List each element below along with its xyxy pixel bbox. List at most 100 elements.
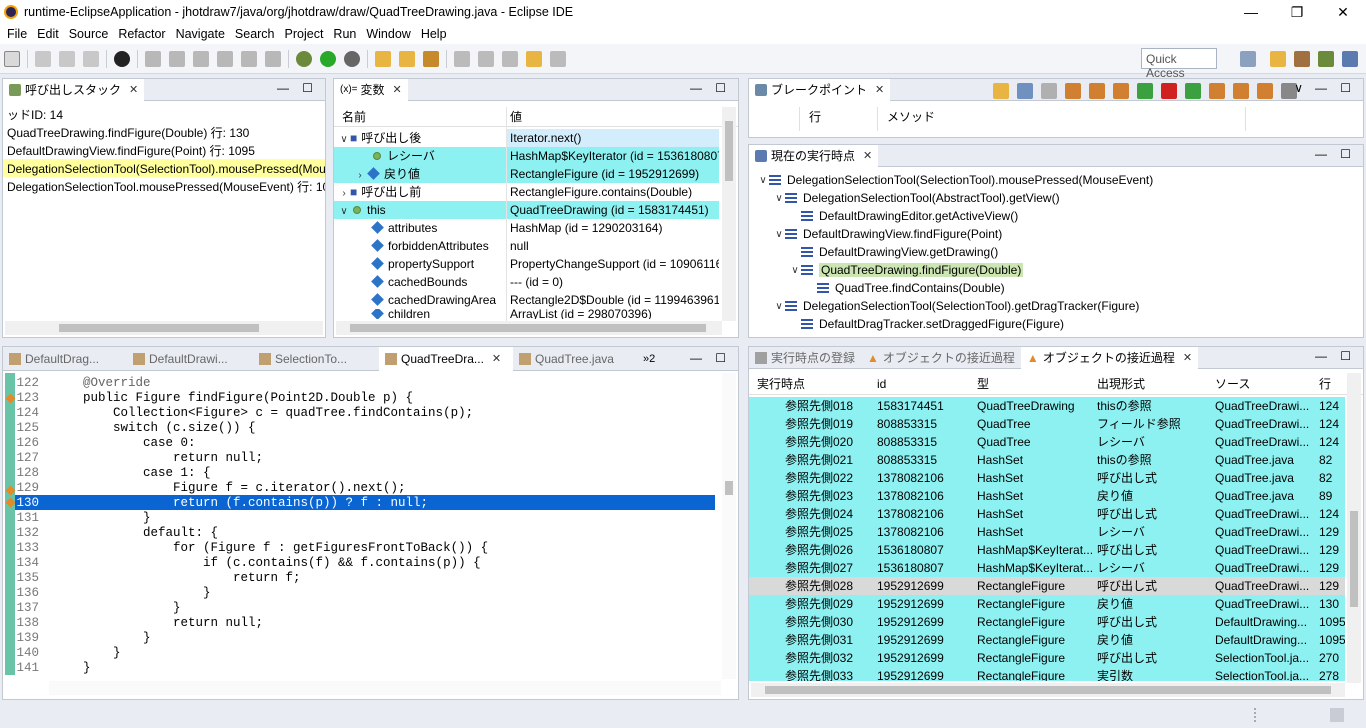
chevron-down-icon[interactable]: ∨	[338, 203, 350, 219]
block-select-icon[interactable]	[241, 50, 257, 67]
word-wrap-icon[interactable]	[217, 50, 233, 67]
close-icon[interactable]: ✕	[129, 83, 138, 96]
maximize-view-icon[interactable]: ☐	[715, 351, 726, 365]
profile-icon[interactable]	[114, 50, 130, 67]
tab-breakpoints[interactable]: ブレークポイント ✕	[749, 78, 891, 101]
table-row[interactable]: 参照先側022 1378082106 HashSet 呼び出し式 QuadTree.ja…	[749, 469, 1345, 487]
maximize-view-icon[interactable]: ☐	[302, 81, 313, 95]
table-row[interactable]: ∨ this QuadTreeDrawing (id = 1583174451)	[334, 201, 738, 219]
column-header-method[interactable]: メソッド	[887, 107, 935, 127]
forward-icon[interactable]	[550, 50, 566, 67]
resume-icon[interactable]	[1185, 83, 1201, 99]
debug-icon[interactable]	[296, 50, 312, 67]
column-header-line[interactable]: 行	[809, 107, 821, 127]
list-item[interactable]: QuadTreeDrawing.findFigure(Double) 行: 13…	[3, 123, 325, 141]
menu-run[interactable]: Run	[333, 27, 356, 41]
list-item[interactable]: ッドID: 14	[3, 105, 325, 123]
table-row[interactable]: 参照先側030 1952912699 RectangleFigure 呼び出し式 Def…	[749, 613, 1345, 631]
code-area[interactable]: 122 @Override 123 public Figure findFigu…	[15, 373, 715, 677]
maximize-view-icon[interactable]: ☐	[715, 81, 726, 95]
close-button[interactable]: ✕	[1320, 0, 1366, 24]
menu-help[interactable]: Help	[421, 27, 447, 41]
column-header[interactable]: id	[877, 373, 886, 394]
column-header[interactable]: ソース	[1215, 373, 1250, 394]
list-item[interactable]: DelegationSelectionTool.mousePressed(Mou…	[3, 177, 325, 195]
more-tabs-button[interactable]: »2	[643, 353, 655, 365]
horizontal-scrollbar[interactable]	[5, 321, 323, 335]
table-row[interactable]: cachedBounds --- (id = 0)	[334, 273, 738, 291]
table-row[interactable]: ∨ ■ 呼び出し後 Iterator.next()	[334, 129, 738, 147]
chevron-down-icon[interactable]: ∨	[773, 229, 785, 240]
java-perspective-icon[interactable]	[1294, 51, 1310, 67]
restore-button[interactable]: ❐	[1274, 0, 1320, 24]
next-annotation-icon[interactable]	[454, 50, 470, 67]
tree-item[interactable]: DefaultDrawingView.getDrawing()	[749, 243, 1363, 261]
close-icon[interactable]: ✕	[393, 83, 402, 96]
menu-file[interactable]: File	[7, 27, 27, 41]
table-row[interactable]: 参照先側026 1536180807 HashMap$KeyIterat... 呼び出…	[749, 541, 1345, 559]
chevron-down-icon[interactable]: ∨	[338, 131, 350, 147]
open-type-icon[interactable]	[375, 50, 391, 67]
minimize-view-icon[interactable]: —	[1315, 349, 1327, 363]
chevron-right-icon[interactable]: ›	[338, 185, 350, 201]
table-row[interactable]: 参照先側018 1583174451 QuadTreeDrawing thisの参照 Q…	[749, 397, 1345, 415]
tree-item[interactable]: ∨ DelegationSelectionTool(SelectionTool).…	[749, 171, 1363, 189]
table-row[interactable]: cachedDrawingArea Rectangle2D$Double (id…	[334, 291, 738, 309]
table-row[interactable]: 参照先側028 1952912699 RectangleFigure 呼び出し式 Qua…	[749, 577, 1345, 595]
table-row[interactable]: 参照先側020 808853315 QuadTree レシーバ QuadTreeDraw…	[749, 433, 1345, 451]
column-header[interactable]: 型	[977, 373, 989, 394]
tab-editor-defaultdrawingview[interactable]: DefaultDrawi...	[127, 347, 253, 371]
settings-icon[interactable]	[1041, 83, 1057, 99]
menu-project[interactable]: Project	[285, 27, 324, 41]
horizontal-scrollbar[interactable]	[49, 681, 721, 695]
tree-item[interactable]: DefaultDragTracker.setDraggedFigure(Figu…	[749, 315, 1363, 333]
table-row[interactable]: 参照先側031 1952912699 RectangleFigure 戻り値 Defau…	[749, 631, 1345, 649]
vertical-scrollbar[interactable]	[722, 373, 736, 679]
column-header[interactable]: 実行時点	[757, 373, 805, 394]
close-icon[interactable]: ✕	[875, 83, 884, 96]
minimize-view-icon[interactable]: —	[690, 351, 702, 365]
tree-item[interactable]: ∨ DelegationSelectionTool(SelectionTool).…	[749, 297, 1363, 315]
horizontal-scrollbar[interactable]	[751, 683, 1345, 697]
table-row[interactable]: 参照先側027 1536180807 HashMap$KeyIterat... レシー…	[749, 559, 1345, 577]
maximize-view-icon[interactable]: ☐	[1340, 81, 1351, 95]
tab-editor-quadtree[interactable]: QuadTree.java	[513, 347, 633, 371]
table-row[interactable]: › 戻り値 RectangleFigure (id = 1952912699)	[334, 165, 738, 183]
view-menu-chevron-icon[interactable]: ∨	[1294, 81, 1303, 95]
table-row[interactable]: › ■ 呼び出し前 RectangleFigure.contains(Double)	[334, 183, 738, 201]
chevron-down-icon[interactable]: ∨	[773, 301, 785, 312]
drop-frame-icon[interactable]	[1233, 83, 1249, 99]
menu-refactor[interactable]: Refactor	[118, 27, 165, 41]
vertical-scrollbar[interactable]	[1347, 373, 1361, 683]
open-task-icon[interactable]	[399, 50, 415, 67]
table-row[interactable]: forbiddenAttributes null	[334, 237, 738, 255]
column-header-value[interactable]: 値	[510, 107, 522, 126]
maximize-view-icon[interactable]: ☐	[1340, 349, 1351, 363]
close-icon[interactable]: ✕	[492, 352, 501, 365]
menu-navigate[interactable]: Navigate	[176, 27, 225, 41]
open-perspective-icon[interactable]	[1240, 51, 1256, 67]
minimize-view-icon[interactable]: —	[690, 81, 702, 95]
debug-perspective-icon[interactable]	[1318, 51, 1334, 67]
save-icon[interactable]	[35, 50, 51, 67]
table-row[interactable]: 参照先側024 1378082106 HashSet 呼び出し式 QuadTreeDra…	[749, 505, 1345, 523]
tree-item[interactable]: DefaultDrawingEditor.getActiveView()	[749, 207, 1363, 225]
chevron-down-icon[interactable]: ∨	[789, 265, 801, 276]
table-row[interactable]: 参照先側032 1952912699 RectangleFigure 呼び出し式 Sel…	[749, 649, 1345, 667]
tree-item[interactable]: ∨ QuadTreeDrawing.findFigure(Double)	[749, 261, 1363, 279]
horizontal-scrollbar[interactable]	[336, 321, 722, 335]
step-filter-icon[interactable]	[1257, 83, 1273, 99]
tree-item[interactable]: ∨ DelegationSelectionTool(AbstractTool).g…	[749, 189, 1363, 207]
step-forward-icon[interactable]	[1209, 83, 1225, 99]
external-tools-icon[interactable]	[344, 50, 360, 67]
tab-object-approach-2[interactable]: ▲ オブジェクトの接近過程 ✕	[1020, 346, 1199, 369]
last-edit-icon[interactable]	[502, 50, 518, 67]
menu-search[interactable]: Search	[235, 27, 275, 41]
list-item[interactable]: DefaultDrawingView.findFigure(Point) 行: …	[3, 141, 325, 159]
tab-callstack[interactable]: 呼び出しスタック ✕	[3, 78, 145, 101]
table-row[interactable]: 参照先側019 808853315 QuadTree フィールド参照 QuadTreeD…	[749, 415, 1345, 433]
menu-source[interactable]: Source	[69, 27, 109, 41]
mark-occurrences-icon[interactable]	[193, 50, 209, 67]
new-icon[interactable]	[4, 50, 20, 67]
close-icon[interactable]: ✕	[1183, 351, 1192, 364]
